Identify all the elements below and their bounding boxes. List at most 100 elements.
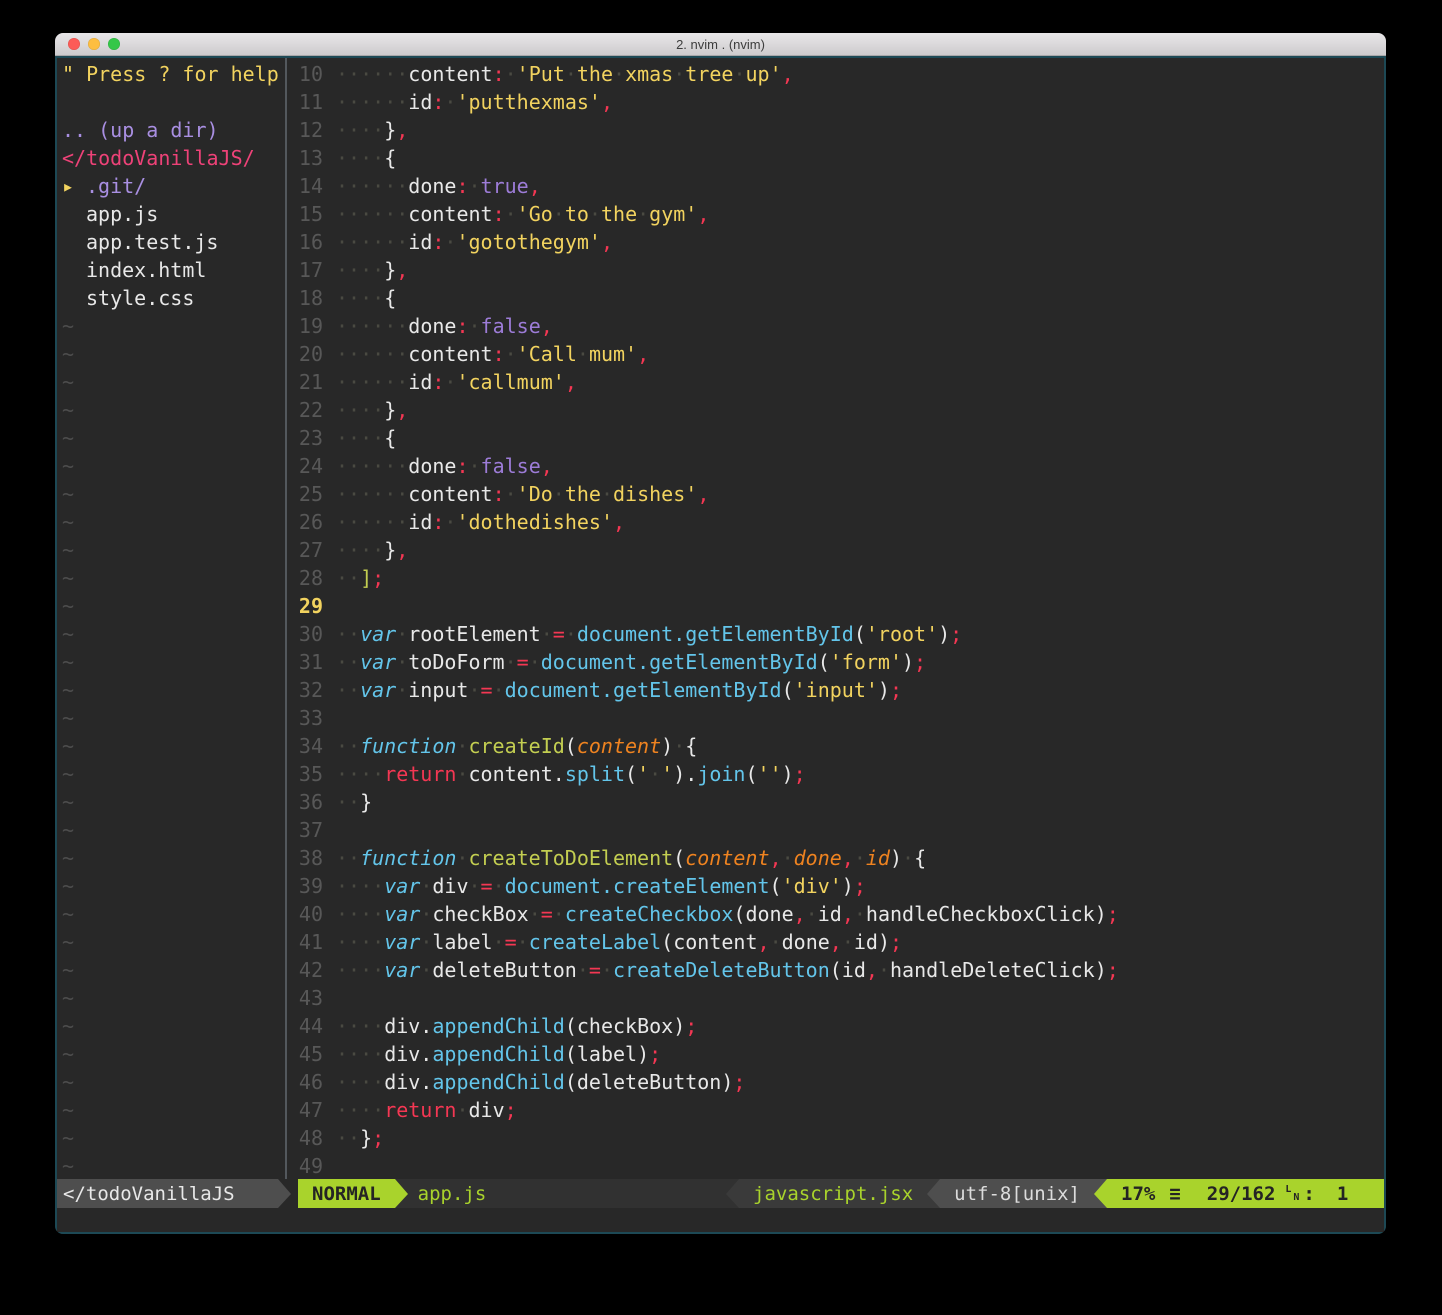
empty-line-tilde: ~ — [57, 844, 285, 872]
code-token: div. — [384, 1014, 432, 1038]
whitespace-dot: · — [348, 930, 360, 954]
code-token: done — [408, 454, 456, 478]
code-line-41[interactable]: 41····var·label·=·createLabel(content,·d… — [287, 928, 1384, 956]
code-line-47[interactable]: 47····return·div; — [287, 1096, 1384, 1124]
code-line-46[interactable]: 46····div.appendChild(deleteButton); — [287, 1068, 1384, 1096]
line-number: 36 — [287, 788, 323, 816]
code-line-14[interactable]: 14······done:·true, — [287, 172, 1384, 200]
whitespace-dot: · — [372, 426, 384, 450]
whitespace-dot: · — [372, 258, 384, 282]
code-line-40[interactable]: 40····var·checkBox·=·createCheckbox(done… — [287, 900, 1384, 928]
code-line-48[interactable]: 48··}; — [287, 1124, 1384, 1152]
code-line-33[interactable]: 33 — [287, 704, 1384, 732]
whitespace-dot: · — [336, 1098, 348, 1122]
code-line-19[interactable]: 19······done:·false, — [287, 312, 1384, 340]
code-line-39[interactable]: 39····var·div·=·document.createElement('… — [287, 872, 1384, 900]
line-number: 28 — [287, 564, 323, 592]
code-line-28[interactable]: 28··]; — [287, 564, 1384, 592]
whitespace-dot: · — [336, 650, 348, 674]
whitespace-dot: · — [902, 846, 914, 870]
tree-item-..-up-a-dir[interactable]: .. (up a dir) — [57, 116, 285, 144]
code-line-38[interactable]: 38··function·createToDoElement(content,·… — [287, 844, 1384, 872]
whitespace-dot: · — [336, 314, 348, 338]
code-line-22[interactable]: 22····}, — [287, 396, 1384, 424]
whitespace-dot: · — [372, 902, 384, 926]
code-line-17[interactable]: 17····}, — [287, 256, 1384, 284]
code-line-15[interactable]: 15······content:·'Go·to·the·gym', — [287, 200, 1384, 228]
code-line-42[interactable]: 42····var·deleteButton·=·createDeleteBut… — [287, 956, 1384, 984]
code-token: ; — [914, 650, 926, 674]
whitespace-dot: · — [360, 202, 372, 226]
tree-item-app.js[interactable]: app.js — [57, 200, 285, 228]
code-token: ( — [625, 762, 637, 786]
editor-pane[interactable]: 10······content:·'Put·the·xmas·tree·up',… — [285, 58, 1384, 1179]
code-token: label — [577, 1042, 637, 1066]
whitespace-dot: · — [336, 734, 348, 758]
code-line-44[interactable]: 44····div.appendChild(checkBox); — [287, 1012, 1384, 1040]
whitespace-dot: · — [336, 370, 348, 394]
code-line-29[interactable]: 29 — [287, 592, 1384, 620]
code-line-18[interactable]: 18····{ — [287, 284, 1384, 312]
code-token: ; — [890, 678, 902, 702]
zoom-button[interactable] — [108, 38, 120, 50]
minimize-button[interactable] — [88, 38, 100, 50]
code-line-49[interactable]: 49 — [287, 1152, 1384, 1179]
whitespace-dot: · — [396, 510, 408, 534]
code-token: id — [866, 846, 890, 870]
code-line-31[interactable]: 31··var·toDoForm·=·document.getElementBy… — [287, 648, 1384, 676]
whitespace-dot: · — [348, 370, 360, 394]
whitespace-dot: · — [553, 482, 565, 506]
code-line-35[interactable]: 35····return·content.split('·').join('')… — [287, 760, 1384, 788]
code-line-37[interactable]: 37 — [287, 816, 1384, 844]
nerdtree-pane[interactable]: " Press ? for help .. (up a dir)</todoVan… — [57, 58, 285, 1179]
code-token: } — [384, 118, 396, 142]
code-line-13[interactable]: 13····{ — [287, 144, 1384, 172]
whitespace-dot: · — [396, 314, 408, 338]
whitespace-dot: · — [348, 286, 360, 310]
whitespace-dot: · — [529, 650, 541, 674]
tree-item-press-for-help[interactable]: " Press ? for help — [57, 60, 285, 88]
whitespace-dot: · — [396, 454, 408, 478]
code-line-12[interactable]: 12····}, — [287, 116, 1384, 144]
whitespace-dot: · — [348, 62, 360, 86]
tree-item-app.test.js[interactable]: app.test.js — [57, 228, 285, 256]
code-line-23[interactable]: 23····{ — [287, 424, 1384, 452]
code-line-10[interactable]: 10······content:·'Put·the·xmas·tree·up', — [287, 60, 1384, 88]
tree-item-index.html[interactable]: index.html — [57, 256, 285, 284]
whitespace-dot: · — [348, 230, 360, 254]
code-line-11[interactable]: 11······id:·'putthexmas', — [287, 88, 1384, 116]
whitespace-dot: · — [770, 930, 782, 954]
code-line-27[interactable]: 27····}, — [287, 536, 1384, 564]
code-line-21[interactable]: 21······id:·'callmum', — [287, 368, 1384, 396]
code-token: createToDoElement — [468, 846, 673, 870]
line-number-current: 29 — [287, 592, 323, 620]
code-line-20[interactable]: 20······content:·'Call·mum', — [287, 340, 1384, 368]
code-token: id — [854, 930, 878, 954]
whitespace-dot: · — [456, 846, 468, 870]
code-token: : — [493, 482, 505, 506]
tree-item-todovanillajs[interactable]: </todoVanillaJS/ — [57, 144, 285, 172]
whitespace-dot: · — [348, 958, 360, 982]
code-line-26[interactable]: 26······id:·'dothedishes', — [287, 508, 1384, 536]
tree-item-style.css[interactable]: style.css — [57, 284, 285, 312]
code-line-25[interactable]: 25······content:·'Do·the·dishes', — [287, 480, 1384, 508]
code-line-34[interactable]: 34··function·createId(content)·{ — [287, 732, 1384, 760]
code-line-32[interactable]: 32··var·input·=·document.getElementById(… — [287, 676, 1384, 704]
code-line-36[interactable]: 36··} — [287, 788, 1384, 816]
code-token: document.getElementById — [577, 622, 854, 646]
code-line-43[interactable]: 43 — [287, 984, 1384, 1012]
close-button[interactable] — [68, 38, 80, 50]
code-token: ; — [733, 1070, 745, 1094]
code-line-24[interactable]: 24······done:·false, — [287, 452, 1384, 480]
code-token: 'gotothegym' — [456, 230, 601, 254]
code-line-45[interactable]: 45····div.appendChild(label); — [287, 1040, 1384, 1068]
code-token: ) — [1095, 902, 1107, 926]
code-line-16[interactable]: 16······id:·'gotothegym', — [287, 228, 1384, 256]
tree-item-.git[interactable]: ▸.git/ — [57, 172, 285, 200]
code-line-30[interactable]: 30··var·rootElement·=·document.getElemen… — [287, 620, 1384, 648]
whitespace-dot: · — [673, 62, 685, 86]
titlebar[interactable]: 2. nvim . (nvim) — [55, 33, 1386, 56]
command-line[interactable] — [57, 1208, 1384, 1232]
empty-line-tilde: ~ — [57, 676, 285, 704]
line-number: 42 — [287, 956, 323, 984]
